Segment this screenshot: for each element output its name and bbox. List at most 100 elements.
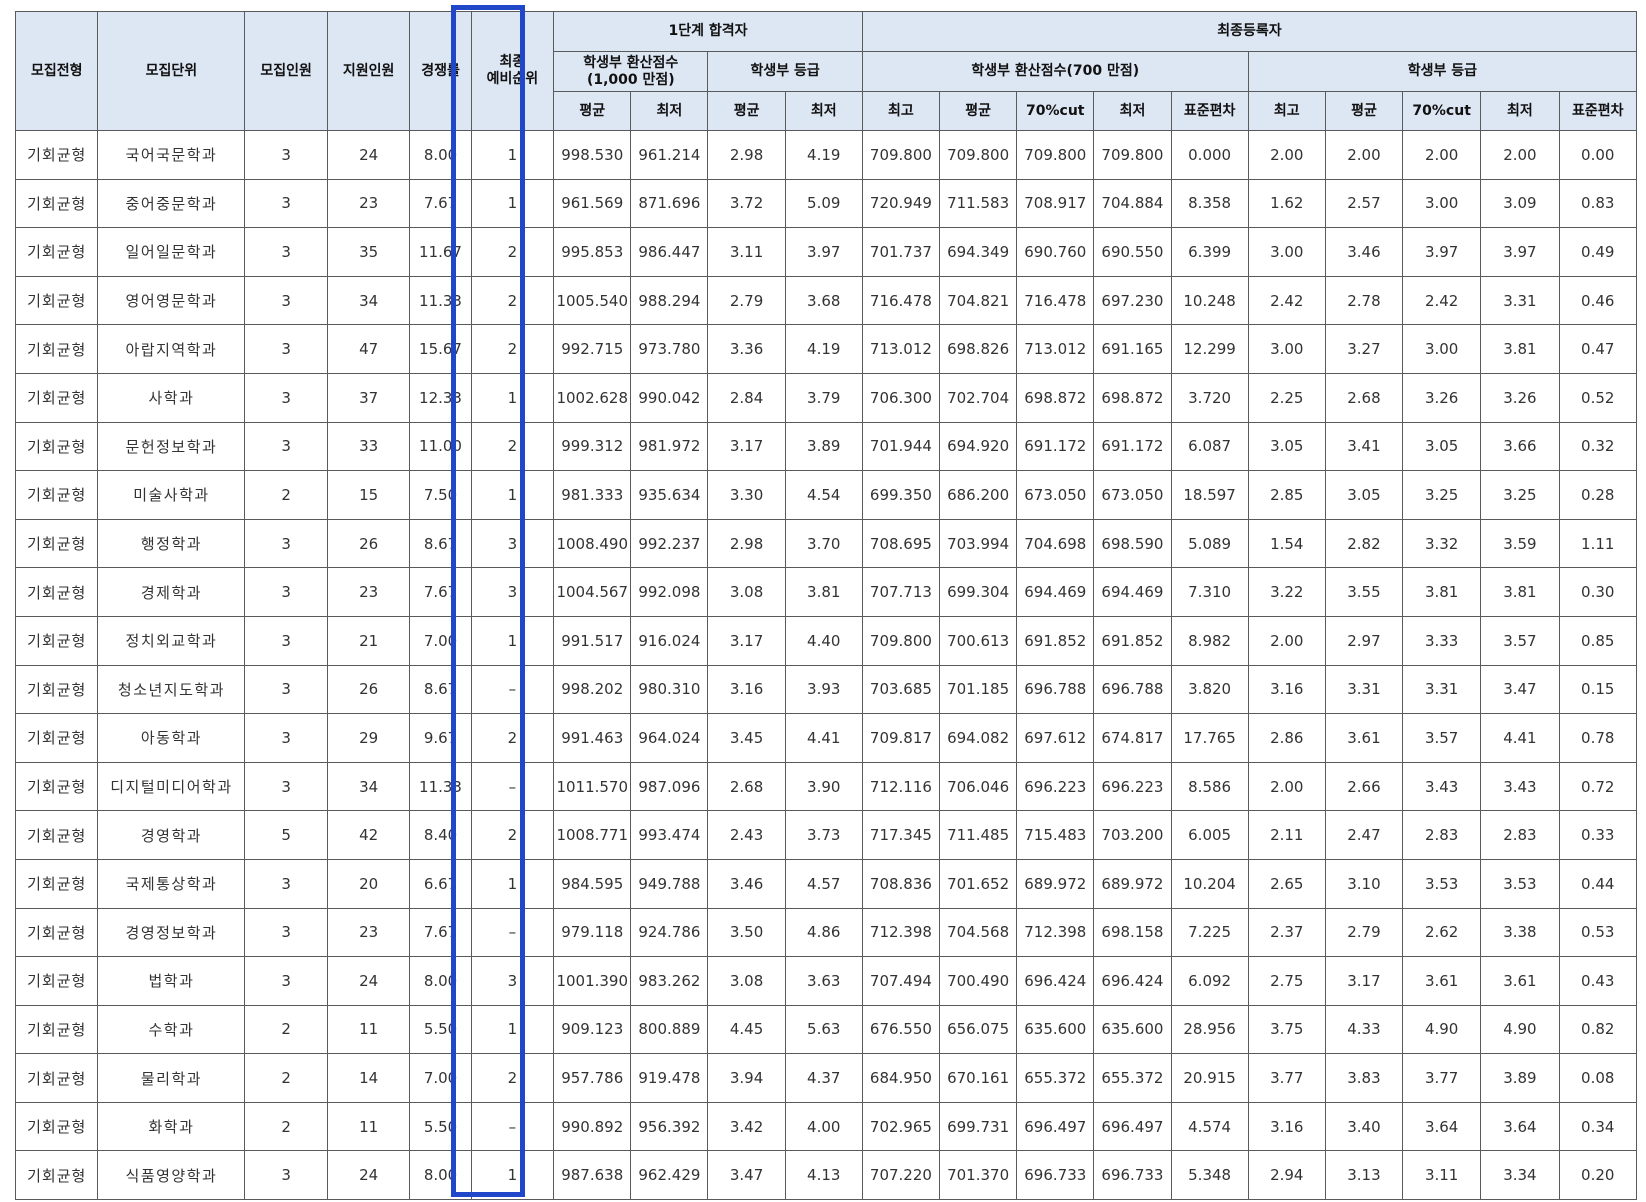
cell-applicants: 33 (326, 421, 411, 472)
table-row: 기회균형 경제학과 3 23 7.67 3 1004.567 992.098 3.08 3.81 7… (14, 567, 1638, 617)
header-unit: 모집단위 (97, 11, 246, 131)
cell-f-grade-stdev: 0.34 (1558, 1101, 1638, 1152)
cell-ratio: 7.67 (409, 567, 472, 617)
cell-f-grade-cut70: 2.00 (1402, 130, 1482, 180)
cell-type: 기회균형 (14, 567, 99, 617)
cell-waitlist: 1 (470, 178, 555, 229)
cell-type: 기회균형 (14, 713, 99, 763)
table-row: 기회균형 경영학과 5 42 8.40 2 1008.771 993.474 2.43 3.73 7… (14, 810, 1638, 860)
cell-s1-score-avg: 998.530 (553, 130, 632, 180)
cell-s1-score-min: 956.392 (630, 1101, 709, 1152)
cell-unit: 정치외교학과 (97, 615, 246, 666)
cell-unit: 행정학과 (97, 518, 246, 569)
cell-f-score-avg: 699.304 (939, 567, 1018, 617)
cell-quota: 3 (244, 324, 328, 374)
cell-f-grade-avg: 3.31 (1324, 664, 1404, 715)
cell-f-score-min: 691.165 (1093, 324, 1172, 374)
cell-unit: 문헌정보학과 (97, 421, 246, 472)
cell-f-score-cut70: 696.424 (1016, 956, 1095, 1006)
cell-s1-grade-min: 3.93 (784, 664, 863, 715)
cell-f-score-avg: 699.731 (939, 1101, 1018, 1152)
cell-f-grade-min: 4.41 (1480, 713, 1560, 763)
cell-f-grade-cut70: 3.31 (1402, 664, 1482, 715)
cell-f-score-avg: 704.821 (939, 275, 1018, 326)
cell-waitlist: 2 (470, 227, 555, 277)
cell-f-grade-max: 2.75 (1247, 956, 1326, 1006)
header-group-stage1: 1단계 합격자 (553, 11, 863, 52)
header-f-grade-max: 최고 (1247, 91, 1326, 131)
cell-s1-grade-avg: 3.45 (707, 713, 786, 763)
cell-f-score-cut70: 689.972 (1016, 858, 1095, 909)
cell-waitlist: 2 (470, 324, 555, 374)
cell-f-score-max: 684.950 (861, 1053, 941, 1103)
cell-waitlist: 2 (470, 1053, 555, 1103)
cell-f-score-cut70: 673.050 (1016, 470, 1095, 520)
cell-ratio: 5.50 (409, 1101, 472, 1152)
cell-f-grade-avg: 2.66 (1324, 761, 1404, 812)
cell-waitlist: 2 (470, 275, 555, 326)
cell-f-grade-avg: 3.17 (1324, 956, 1404, 1006)
cell-f-score-min: 691.852 (1093, 615, 1172, 666)
cell-f-score-avg: 701.185 (939, 664, 1018, 715)
cell-f-grade-max: 2.86 (1247, 713, 1326, 763)
cell-waitlist: 3 (470, 567, 555, 617)
cell-f-grade-avg: 2.57 (1324, 178, 1404, 229)
cell-f-score-stdev: 8.586 (1170, 761, 1249, 812)
cell-f-grade-min: 3.26 (1480, 372, 1560, 423)
cell-f-grade-stdev: 0.82 (1558, 1004, 1638, 1055)
cell-s1-score-min: 871.696 (630, 178, 709, 229)
cell-f-score-avg: 711.583 (939, 178, 1018, 229)
cell-f-score-cut70: 712.398 (1016, 907, 1095, 958)
cell-f-score-min: 673.050 (1093, 470, 1172, 520)
cell-f-score-max: 709.800 (861, 130, 941, 180)
table-row: 기회균형 법학과 3 24 8.00 3 1001.390 983.262 3.08 3.63 70… (14, 956, 1638, 1006)
cell-f-grade-min: 3.61 (1480, 956, 1560, 1006)
cell-f-grade-stdev: 0.32 (1558, 421, 1638, 472)
cell-s1-grade-avg: 2.43 (707, 810, 786, 860)
table-row: 기회균형 디지털미디어학과 3 34 11.33–1011.570 987.096 2.68… (14, 761, 1638, 812)
cell-f-score-max: 708.695 (861, 518, 941, 569)
table-row: 기회균형 행정학과 3 26 8.67 3 1008.490 992.237 2.98 3.70 7… (14, 518, 1638, 569)
table-row: 기회균형 청소년지도학과 3 26 8.67–998.202 980.310 3.16 3.9… (14, 664, 1638, 715)
cell-f-score-stdev: 5.348 (1170, 1150, 1249, 1201)
cell-f-score-max: 703.685 (861, 664, 941, 715)
cell-s1-grade-avg: 2.68 (707, 761, 786, 812)
cell-unit: 일어일문학과 (97, 227, 246, 277)
cell-type: 기회균형 (14, 470, 99, 520)
cell-s1-score-avg: 979.118 (553, 907, 632, 958)
cell-f-score-max: 713.012 (861, 324, 941, 374)
header-type: 모집전형 (14, 11, 99, 131)
cell-s1-score-min: 800.889 (630, 1004, 709, 1055)
header-f-score-cut70: 70%cut (1016, 91, 1095, 131)
cell-quota: 3 (244, 761, 328, 812)
cell-f-grade-cut70: 3.81 (1402, 567, 1482, 617)
cell-applicants: 24 (326, 130, 411, 180)
cell-s1-score-avg: 990.892 (553, 1101, 632, 1152)
cell-f-grade-min: 2.00 (1480, 130, 1560, 180)
cell-applicants: 47 (326, 324, 411, 374)
cell-f-score-min: 674.817 (1093, 713, 1172, 763)
cell-f-score-stdev: 3.820 (1170, 664, 1249, 715)
cell-s1-score-avg: 957.786 (553, 1053, 632, 1103)
cell-f-grade-min: 3.31 (1480, 275, 1560, 326)
cell-s1-score-avg: 1011.570 (553, 761, 632, 812)
cell-f-score-avg: 701.652 (939, 858, 1018, 909)
cell-quota: 3 (244, 713, 328, 763)
cell-f-grade-cut70: 3.32 (1402, 518, 1482, 569)
header-f-grade-avg: 평균 (1324, 91, 1404, 131)
cell-s1-grade-avg: 3.17 (707, 421, 786, 472)
table-row: 기회균형 일어일문학과 3 35 11.67 2 995.853 986.447 3.11 3.9… (14, 227, 1638, 277)
cell-quota: 2 (244, 1101, 328, 1152)
cell-f-score-cut70: 635.600 (1016, 1004, 1095, 1055)
cell-s1-grade-min: 4.57 (784, 858, 863, 909)
header-f-score-max: 최고 (861, 91, 941, 131)
cell-s1-score-avg: 987.638 (553, 1150, 632, 1201)
cell-f-grade-stdev: 0.20 (1558, 1150, 1638, 1201)
cell-s1-grade-avg: 3.08 (707, 567, 786, 617)
header-s1-grade-min: 최저 (784, 91, 863, 131)
cell-s1-grade-min: 5.09 (784, 178, 863, 229)
cell-s1-grade-avg: 3.47 (707, 1150, 786, 1201)
cell-s1-score-min: 935.634 (630, 470, 709, 520)
cell-unit: 물리학과 (97, 1053, 246, 1103)
cell-f-grade-avg: 2.47 (1324, 810, 1404, 860)
